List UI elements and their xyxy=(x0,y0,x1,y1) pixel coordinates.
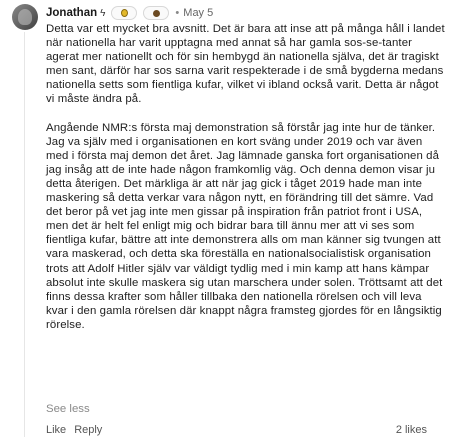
like-button[interactable]: Like xyxy=(46,424,66,436)
comment-header: Jonathan ϟ • May 5 xyxy=(46,6,213,20)
author-name[interactable]: Jonathan xyxy=(46,7,97,19)
comment-actions: Like Reply xyxy=(46,424,102,436)
brown-circle-icon xyxy=(143,6,170,20)
comment-paragraph-1: Detta var ett mycket bra avsnitt. Det är… xyxy=(46,23,445,106)
avatar[interactable] xyxy=(12,4,38,30)
see-less-link[interactable]: See less xyxy=(46,403,90,415)
thread-line xyxy=(24,32,25,437)
reply-button[interactable]: Reply xyxy=(74,424,102,436)
separator-dot: • xyxy=(175,7,180,19)
comment-body: Detta var ett mycket bra avsnitt. Det är… xyxy=(46,22,446,332)
comment-date: May 5 xyxy=(183,7,214,19)
gold-medal-icon xyxy=(111,6,138,20)
flair-bolt-icon: ϟ xyxy=(100,7,106,19)
avatar-silhouette xyxy=(18,9,32,25)
likes-count[interactable]: 2 likes xyxy=(396,424,427,436)
comment-paragraph-2: Angående NMR:s första maj demonstration … xyxy=(46,121,443,331)
